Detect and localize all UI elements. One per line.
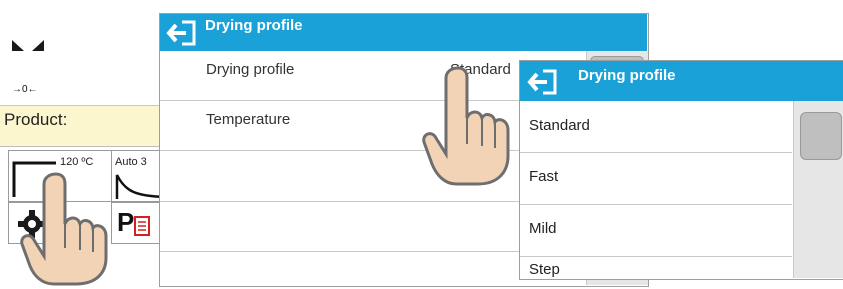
drying-temperature-label: 120 ºC (60, 156, 94, 168)
setting-row-label: Temperature (206, 111, 291, 128)
dialog-title: Drying profile (205, 17, 303, 34)
dialog-header (520, 61, 843, 101)
setting-row-label: Drying profile (206, 61, 295, 78)
back-icon[interactable] (166, 18, 200, 48)
option-label: Step (529, 261, 560, 277)
option-standard[interactable]: Standard (520, 101, 792, 153)
back-icon[interactable] (527, 67, 561, 97)
printer-icon (134, 216, 150, 236)
scrollbar-thumb[interactable] (800, 112, 842, 160)
print-icon: P (115, 207, 155, 239)
option-fast[interactable]: Fast (520, 153, 792, 205)
drying-curve-icon (115, 174, 165, 199)
option-label: Mild (529, 220, 557, 237)
dialog-title: Drying profile (578, 67, 676, 84)
option-label: Fast (529, 168, 559, 185)
zero-indicator: →0← (12, 84, 38, 95)
print-icon-letter: P (117, 207, 135, 237)
product-label: Product: (4, 110, 68, 129)
hand-pointer-icon (422, 66, 510, 186)
option-step[interactable]: Step (520, 257, 792, 277)
drying-mode-label: Auto 3 (115, 156, 147, 168)
option-label: Standard (529, 117, 590, 134)
option-mild[interactable]: Mild (520, 205, 792, 257)
stability-icon (12, 40, 44, 51)
hand-pointer-icon (20, 172, 108, 286)
